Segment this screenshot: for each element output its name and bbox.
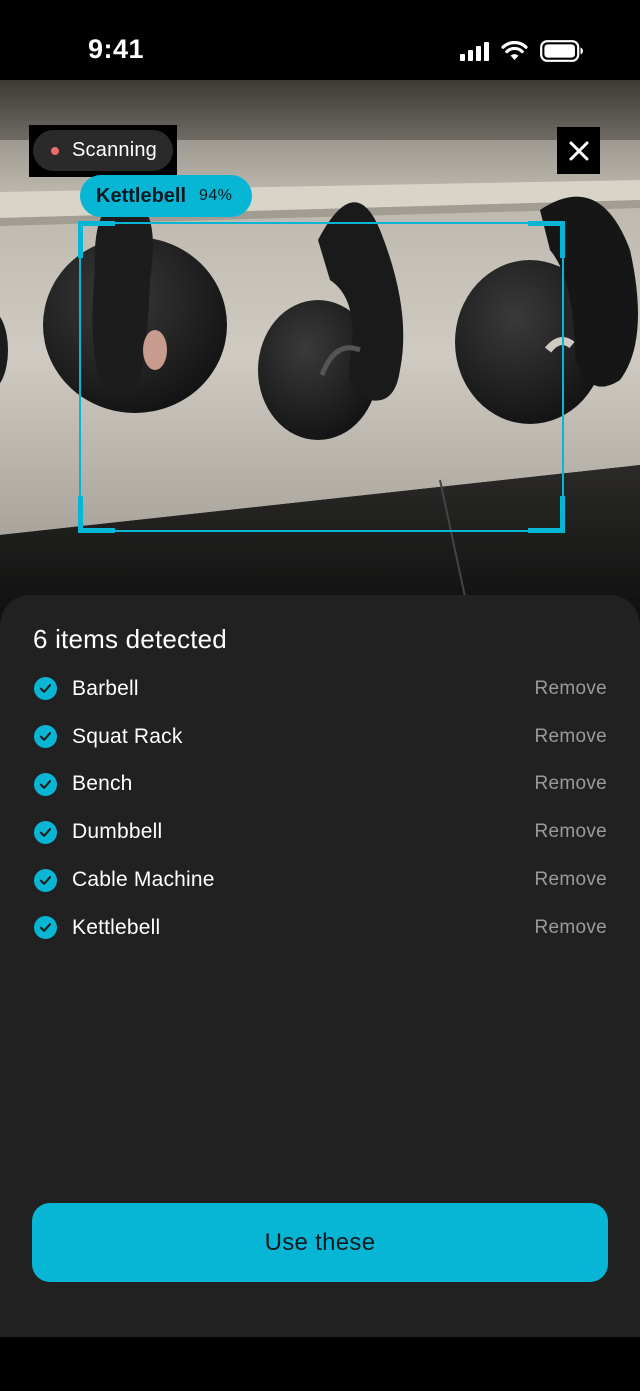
item-label: Barbell [72, 676, 139, 700]
check-circle-icon[interactable] [34, 868, 57, 892]
close-icon [569, 141, 588, 160]
recording-dot-icon [51, 146, 59, 155]
list-item: Dumbbell Remove [0, 808, 640, 856]
bounding-box-corner [528, 221, 565, 258]
remove-button[interactable]: Remove [534, 773, 607, 795]
use-these-button[interactable]: Use these [32, 1203, 608, 1282]
status-icons [460, 40, 584, 62]
detection-confidence: 94% [199, 187, 233, 204]
detection-name: Kettlebell [96, 184, 187, 207]
bounding-box-corner [78, 221, 115, 258]
check-circle-icon[interactable] [34, 677, 57, 701]
check-circle-icon[interactable] [34, 916, 57, 940]
battery-icon [540, 40, 583, 62]
list-item: Barbell Remove [0, 665, 640, 713]
item-label: Dumbbell [72, 820, 163, 844]
bounding-box-corner [528, 496, 565, 533]
status-time: 9:41 [88, 34, 145, 64]
cellular-signal-icon [460, 41, 489, 61]
item-label: Kettlebell [72, 915, 161, 939]
list-item: Bench Remove [0, 761, 640, 809]
wifi-icon [501, 41, 528, 60]
detected-items-sheet: 6 items detected Barbell Remove Squat Ra… [0, 595, 640, 1337]
scanning-indicator: Scanning [29, 125, 177, 177]
status-bar: 9:41 [0, 0, 640, 80]
check-circle-icon[interactable] [34, 772, 57, 796]
remove-button[interactable]: Remove [534, 869, 607, 891]
close-button[interactable] [557, 127, 600, 174]
check-circle-icon[interactable] [34, 820, 57, 844]
remove-button[interactable]: Remove [534, 678, 607, 700]
item-label: Squat Rack [72, 724, 183, 748]
check-circle-icon[interactable] [34, 725, 57, 749]
list-item: Squat Rack Remove [0, 713, 640, 761]
remove-button[interactable]: Remove [534, 726, 607, 748]
bounding-box-corner [78, 496, 115, 533]
remove-button[interactable]: Remove [534, 821, 607, 843]
home-indicator-area [0, 1337, 640, 1391]
camera-viewfinder[interactable]: Scanning Kettlebell 94% [0, 80, 640, 620]
item-label: Cable Machine [72, 868, 215, 892]
item-label: Bench [72, 772, 133, 796]
scanning-pill: Scanning [33, 130, 173, 171]
detected-items-list: Barbell Remove Squat Rack Remove Bench R… [0, 665, 640, 952]
detection-bounding-box [78, 221, 565, 533]
detection-label-tag: Kettlebell 94% [80, 175, 253, 217]
sheet-title: 6 items detected [33, 624, 227, 654]
scanning-label: Scanning [72, 139, 157, 161]
remove-button[interactable]: Remove [534, 917, 607, 939]
list-item: Cable Machine Remove [0, 856, 640, 904]
list-item: Kettlebell Remove [0, 904, 640, 952]
